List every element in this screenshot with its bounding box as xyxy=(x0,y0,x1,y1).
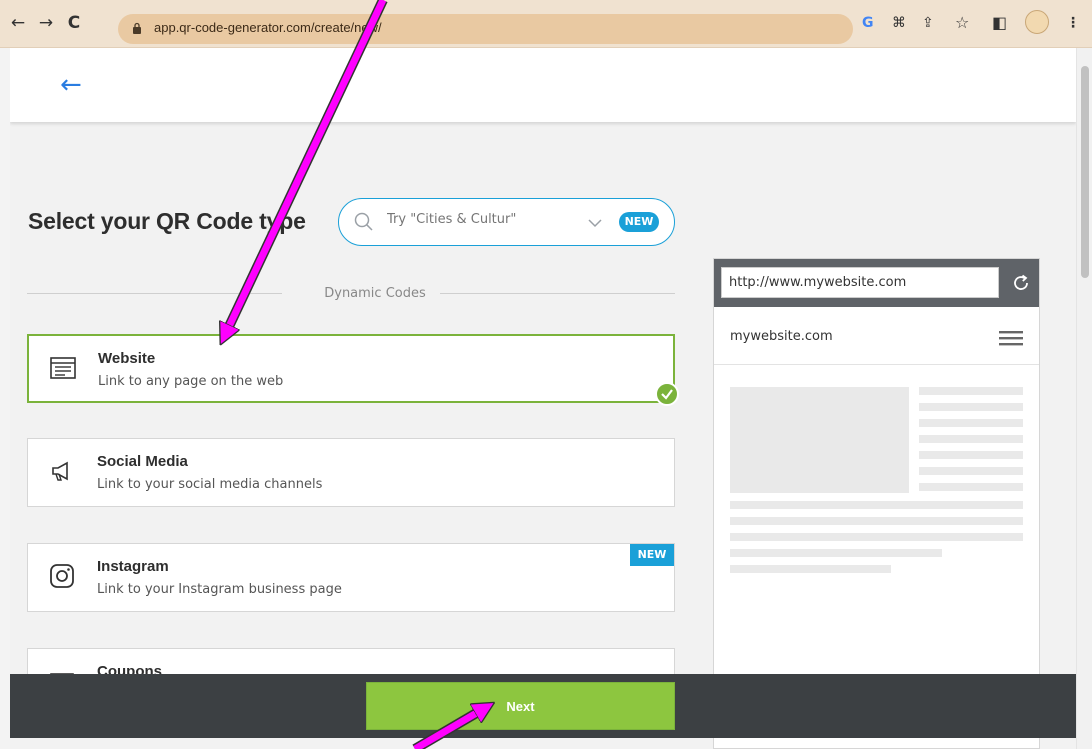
divider-left xyxy=(27,293,282,294)
divider-right xyxy=(440,293,675,294)
browser-forward-icon[interactable]: → xyxy=(36,13,56,33)
megaphone-icon xyxy=(52,461,68,481)
page-title: Select your QR Code type xyxy=(28,208,306,234)
hamburger-menu-icon xyxy=(999,331,1023,346)
preview-text-line xyxy=(730,517,1023,525)
website-icon xyxy=(50,357,76,379)
qr-type-instagram[interactable]: Instagram Link to your Instagram busines… xyxy=(27,543,675,612)
next-button[interactable]: Next xyxy=(366,682,675,730)
preview-text-line xyxy=(919,467,1023,475)
browser-menu-icon[interactable]: ⋮ xyxy=(1066,15,1080,31)
translate-icon[interactable]: ⌘ xyxy=(892,15,906,31)
bottom-action-bar: Next xyxy=(10,674,1076,738)
chevron-down-icon[interactable] xyxy=(587,215,603,231)
qr-type-subtitle: Link to your Instagram business page xyxy=(97,582,342,597)
qr-type-title: Website xyxy=(98,350,156,367)
preview-image-placeholder xyxy=(730,387,909,493)
selected-check-icon xyxy=(655,382,679,406)
preview-text-line xyxy=(730,501,1023,509)
preview-site-name: mywebsite.com xyxy=(730,329,833,344)
preview-url: http://www.mywebsite.com xyxy=(721,267,999,298)
preview-text-line xyxy=(919,435,1023,443)
google-icon[interactable]: G xyxy=(862,15,874,31)
search-icon xyxy=(354,212,373,231)
new-badge: NEW xyxy=(619,212,659,232)
preview-text-line xyxy=(730,533,1023,541)
lock-icon xyxy=(133,22,141,34)
qr-type-subtitle: Link to your social media channels xyxy=(97,477,323,492)
preview-text-line xyxy=(919,403,1023,411)
preview-text-line xyxy=(919,387,1023,395)
preview-text-line xyxy=(919,451,1023,459)
instagram-icon xyxy=(50,564,74,588)
back-arrow-icon[interactable]: ← xyxy=(60,70,82,100)
qr-type-subtitle: Link to any page on the web xyxy=(98,374,284,389)
browser-reload-icon[interactable]: C xyxy=(64,13,84,33)
page-header: ← xyxy=(10,48,1076,122)
profile-avatar[interactable] xyxy=(1025,10,1049,34)
qr-type-website[interactable]: Website Link to any page on the web xyxy=(27,334,675,403)
preview-text-line xyxy=(730,565,891,573)
side-panel-icon[interactable]: ◧ xyxy=(992,13,1007,32)
refresh-icon xyxy=(1014,274,1028,290)
preview-text-line xyxy=(919,419,1023,427)
qr-type-social-media[interactable]: Social Media Link to your social media c… xyxy=(27,438,675,507)
address-bar[interactable]: app.qr-code-generator.com/create/new/ xyxy=(118,14,853,44)
page-viewport: ← Select your QR Code type NEW Dynamic C… xyxy=(10,48,1076,749)
search-input[interactable] xyxy=(387,212,577,227)
preview-urlbar: http://www.mywebsite.com xyxy=(714,259,1039,307)
preview-separator xyxy=(714,364,1039,365)
preview-text-line xyxy=(730,549,942,557)
section-label-dynamic: Dynamic Codes xyxy=(324,286,426,301)
qr-type-search[interactable]: NEW xyxy=(338,198,675,246)
preview-text-line xyxy=(919,483,1023,491)
address-url: app.qr-code-generator.com/create/new/ xyxy=(154,20,382,35)
bookmark-star-icon[interactable]: ☆ xyxy=(955,13,969,32)
scrollbar-thumb[interactable] xyxy=(1081,66,1089,278)
browser-back-icon[interactable]: ← xyxy=(8,13,28,33)
page-scrollbar[interactable] xyxy=(1076,48,1092,749)
new-badge: NEW xyxy=(630,544,674,566)
qr-type-title: Social Media xyxy=(97,453,188,470)
share-icon[interactable]: ⇪ xyxy=(922,15,934,31)
qr-type-title: Instagram xyxy=(97,558,169,575)
browser-toolbar: ← → C app.qr-code-generator.com/create/n… xyxy=(0,0,1092,48)
